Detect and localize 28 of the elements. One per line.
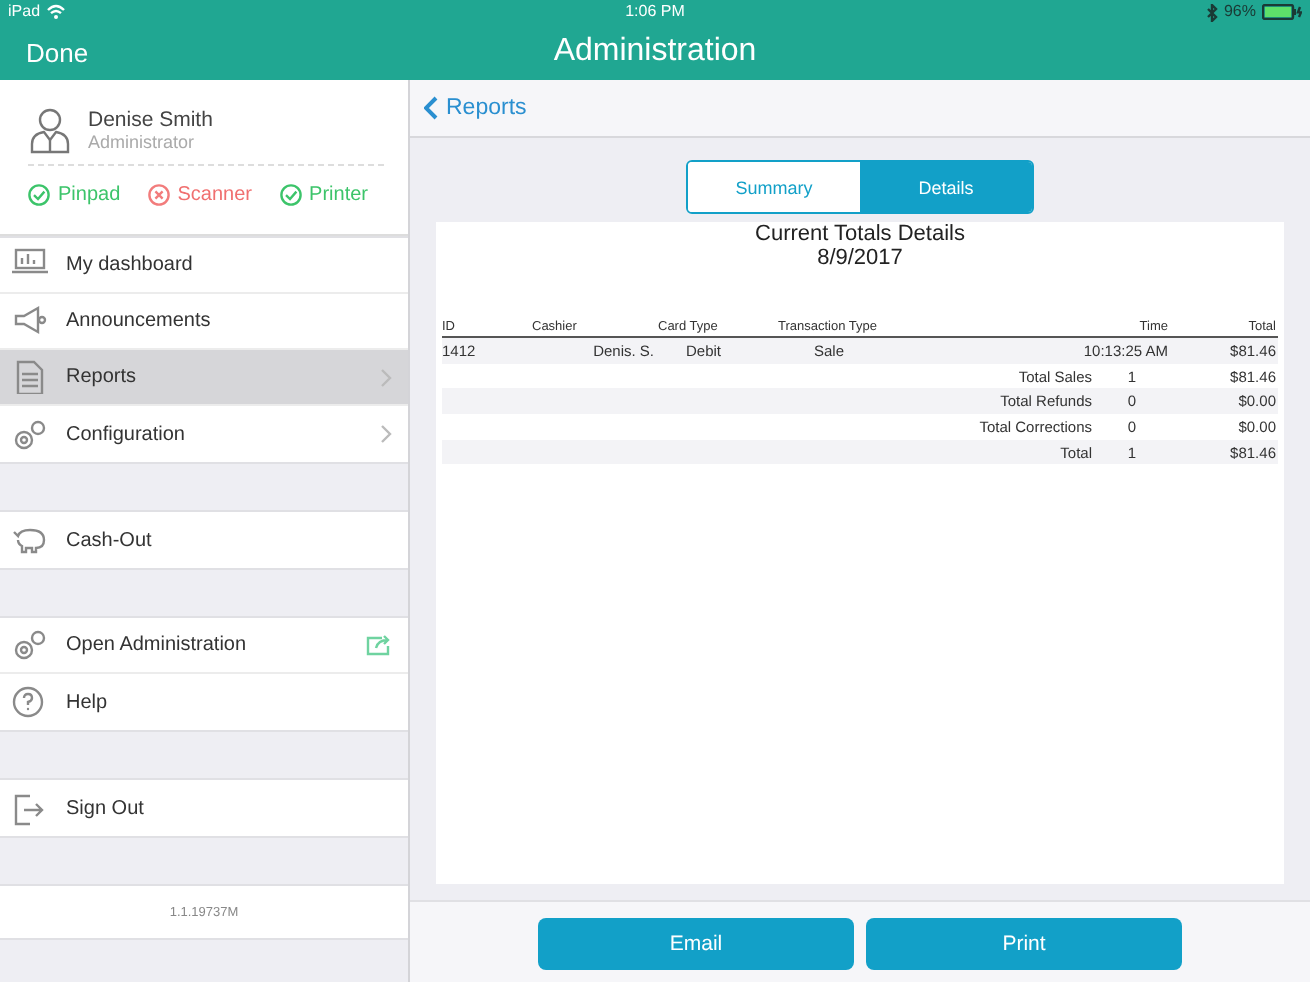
menu-item[interactable]: Open Administration (0, 618, 408, 674)
device-name: iPad (8, 2, 41, 22)
battery-icon (1262, 4, 1302, 20)
bluetooth-icon (1205, 3, 1218, 21)
report-title: Current Totals Details (753, 222, 967, 246)
wifi-icon (46, 4, 67, 20)
device-status: Printer (309, 184, 368, 206)
report-date: 8/9/2017 (815, 246, 905, 270)
document-icon (12, 360, 48, 394)
piggy-bank-icon (12, 523, 48, 557)
menu-item[interactable]: Reports (0, 350, 408, 406)
menu-item[interactable]: Configuration (0, 406, 408, 462)
user-role: Administrator (88, 132, 197, 152)
user-name: Denise Smith (88, 108, 213, 132)
person-icon (28, 106, 72, 154)
screen-title: Administration (553, 34, 757, 70)
menu-item[interactable]: My dashboard (0, 238, 408, 294)
megaphone-icon (12, 304, 48, 338)
clock-time: 1:06 PM (625, 2, 685, 22)
menu-item[interactable]: Help (0, 674, 408, 730)
menu-item[interactable]: Sign Out (0, 780, 408, 836)
help-icon (12, 685, 48, 719)
sign-out-icon (12, 791, 48, 825)
chevron-left-icon (424, 96, 438, 120)
device-status: Pinpad (58, 184, 121, 206)
battery-percent: 96% (1223, 2, 1256, 22)
menu-item[interactable]: Cash-Out (0, 512, 408, 568)
device-status: Scanner (177, 184, 252, 206)
